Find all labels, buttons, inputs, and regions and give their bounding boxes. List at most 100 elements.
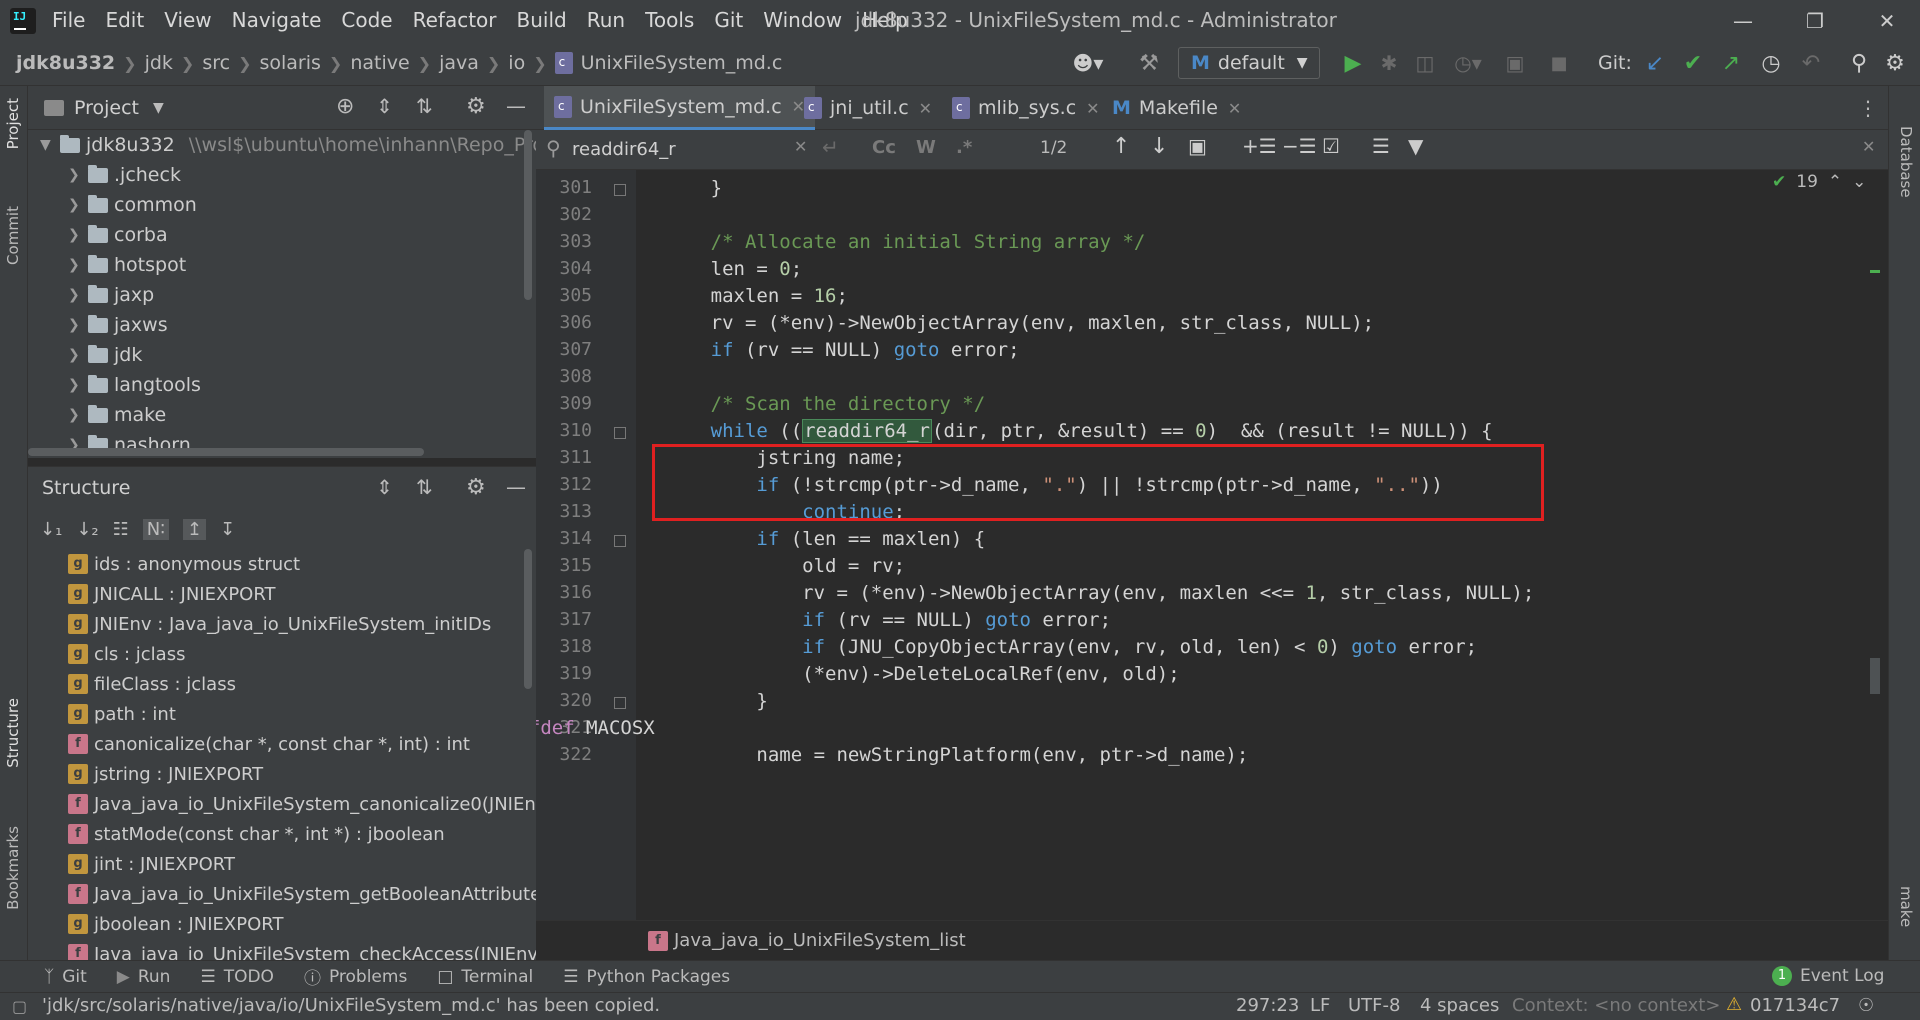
close-icon[interactable]: ✕ xyxy=(1228,99,1241,118)
structure-item[interactable]: f statMode(const char *, int *) : jboolea… xyxy=(68,819,445,849)
code-line[interactable]: name = newStringPlatform(env, ptr->d_nam… xyxy=(642,744,1248,766)
whole-word-toggle[interactable]: W xyxy=(916,137,936,158)
autoscroll-to-source-icon[interactable]: ↥ xyxy=(182,518,207,540)
structure-item[interactable]: g cls : jclass xyxy=(68,639,185,669)
chevron-right-icon[interactable]: ❯ xyxy=(68,407,88,423)
tree-folder-corba[interactable]: ❯ corba xyxy=(68,220,168,250)
fold-icon[interactable] xyxy=(614,184,626,196)
code-line[interactable]: rv = (*env)->NewObjectArray(env, maxlen … xyxy=(642,582,1534,604)
context-selector[interactable]: Context: <no context> xyxy=(1512,995,1720,1016)
caret-position[interactable]: 297:23 xyxy=(1236,995,1299,1016)
chevron-down-icon[interactable]: ▼ xyxy=(40,137,60,153)
structure-item[interactable]: g jboolean : JNIEXPORT xyxy=(68,909,283,939)
select-all-occurrences-icon[interactable]: ▣ xyxy=(1188,134,1207,158)
current-function-crumb[interactable]: Java_java_io_UnixFileSystem_list xyxy=(674,930,966,951)
chevron-right-icon[interactable]: ❯ xyxy=(68,287,88,303)
structure-item[interactable]: g jint : JNIEXPORT xyxy=(68,849,235,879)
expand-all-icon[interactable]: ⇕ xyxy=(376,94,393,118)
crumb-src[interactable]: src xyxy=(202,52,230,74)
horizontal-scrollbar[interactable] xyxy=(28,448,424,456)
tool-tab-make[interactable]: make xyxy=(1897,886,1915,927)
tree-folder-jcheck[interactable]: ❯ .jcheck xyxy=(68,160,181,190)
vertical-scrollbar[interactable] xyxy=(524,549,532,689)
tool-python-packages[interactable]: ☰ Python Packages xyxy=(563,967,730,987)
chevron-right-icon[interactable]: ❯ xyxy=(68,167,88,183)
coverage-icon[interactable]: ◫ xyxy=(1410,48,1440,78)
fold-icon[interactable] xyxy=(614,697,626,709)
menu-view[interactable]: View xyxy=(164,8,211,32)
git-push-icon[interactable]: ↗ xyxy=(1716,48,1746,78)
crumb-file[interactable]: UnixFileSystem_md.c xyxy=(581,52,783,74)
menu-navigate[interactable]: Navigate xyxy=(232,8,322,32)
tree-folder-common[interactable]: ❯ common xyxy=(68,190,197,220)
code-line[interactable] xyxy=(642,366,711,388)
build-hammer-icon[interactable]: ⚒ xyxy=(1134,48,1164,78)
git-commit-hash[interactable]: 017134c7 xyxy=(1750,995,1840,1016)
restore-icon[interactable]: ❐ xyxy=(1800,6,1830,36)
menu-window[interactable]: Window xyxy=(763,8,842,32)
search-everywhere-icon[interactable]: ⚲ xyxy=(1844,48,1874,78)
run-icon[interactable]: ▶ xyxy=(1338,48,1368,78)
crumb-java[interactable]: java xyxy=(439,52,479,74)
code-line[interactable]: maxlen = 16; xyxy=(642,285,848,307)
code-line[interactable] xyxy=(642,204,711,226)
run-configuration-select[interactable]: M default ▼ xyxy=(1178,47,1320,79)
code-line[interactable]: if (rv == NULL) goto error; xyxy=(642,339,1020,361)
remove-occurrence-icon[interactable]: −☰ xyxy=(1282,134,1317,158)
history-icon[interactable]: ◷ xyxy=(1756,48,1786,78)
structure-item[interactable]: g fileClass : jclass xyxy=(68,669,236,699)
previous-highlight-icon[interactable]: ⌃ xyxy=(1828,172,1842,192)
editor-scrollbar[interactable] xyxy=(1868,170,1882,920)
code-editor[interactable]: 300 301 302 303 304 305 306 307 308 309 310 311 312 3… xyxy=(536,170,1888,920)
panel-settings-gear-icon[interactable]: ⚙ xyxy=(466,94,486,119)
menu-tools[interactable]: Tools xyxy=(645,8,694,32)
tab-unixfilesystem-md-c[interactable]: UnixFileSystem_md.c ✕ xyxy=(544,86,816,130)
chevron-right-icon[interactable]: ❯ xyxy=(68,227,88,243)
tool-problems[interactable]: ⓘ Problems xyxy=(304,964,407,990)
tree-folder-hotspot[interactable]: ❯ hotspot xyxy=(68,250,186,280)
code-line[interactable]: len = 0; xyxy=(642,258,803,280)
tool-tab-commit[interactable]: Commit xyxy=(4,206,22,265)
collapse-all-icon[interactable]: ⇅ xyxy=(416,475,433,499)
select-all-icon[interactable]: ☑ xyxy=(1322,134,1340,158)
menu-file[interactable]: File xyxy=(52,8,85,32)
code-line[interactable]: if (JNU_CopyObjectArray(env, rv, old, le… xyxy=(642,636,1477,658)
crumb-io[interactable]: io xyxy=(508,52,525,74)
tree-root-jdk8u332[interactable]: ▼ jdk8u332 \\wsl$\ubuntu\home\inhann\Rep… xyxy=(40,130,536,160)
fold-icon[interactable] xyxy=(614,535,626,547)
close-icon[interactable]: ✕ xyxy=(1086,99,1099,118)
menu-build[interactable]: Build xyxy=(517,8,567,32)
file-encoding[interactable]: UTF-8 xyxy=(1348,995,1400,1016)
tool-run[interactable]: ▶ Run xyxy=(117,967,171,987)
code-line[interactable]: return NULL; xyxy=(642,170,893,172)
panel-settings-gear-icon[interactable]: ⚙ xyxy=(466,475,486,500)
code-line[interactable]: if (len == maxlen) { xyxy=(642,528,985,550)
tool-terminal[interactable]: □ Terminal xyxy=(437,967,533,987)
tool-todo[interactable]: ☰ TODO xyxy=(200,967,274,987)
structure-item[interactable]: f Java_java_io_UnixFileSystem_canonicaliz… xyxy=(68,789,536,819)
inspection-widget[interactable]: ✔ 19 ⌃ ⌄ xyxy=(1772,172,1866,192)
more-tabs-icon[interactable]: ⋮ xyxy=(1858,96,1878,120)
crumb-jdk[interactable]: jdk xyxy=(145,52,173,74)
tab-jni-util-c[interactable]: jni_util.c ✕ xyxy=(794,86,942,130)
previous-match-icon[interactable]: ↑ xyxy=(1112,134,1130,159)
settings-gear-icon[interactable]: ⚙ xyxy=(1880,48,1910,78)
close-find-bar-icon[interactable]: ✕ xyxy=(1862,137,1875,156)
search-icon[interactable]: ⚲ xyxy=(546,136,561,160)
close-window-icon[interactable]: ✕ xyxy=(1872,6,1902,36)
code-line[interactable]: /* Scan the directory */ xyxy=(642,393,986,415)
hide-panel-icon[interactable]: — xyxy=(506,94,526,118)
structure-item[interactable]: g JNIEnv : Java_java_io_UnixFileSystem_in… xyxy=(68,609,491,639)
sort-visibility-icon[interactable]: ↓₂ xyxy=(76,519,98,540)
status-window-icon[interactable]: ▢ xyxy=(12,997,27,1016)
tool-tab-structure[interactable]: Structure xyxy=(4,698,22,768)
menu-code[interactable]: Code xyxy=(341,8,392,32)
code-line[interactable]: /* Allocate an initial String array */ xyxy=(642,231,1146,253)
show-fields-icon[interactable]: ☷ xyxy=(113,519,129,540)
chevron-right-icon[interactable]: ❯ xyxy=(68,197,88,213)
menu-git[interactable]: Git xyxy=(714,8,743,32)
structure-item[interactable]: f Java_java_io_UnixFileSystem_checkAccess… xyxy=(68,939,536,961)
expand-all-icon[interactable]: ⇕ xyxy=(376,475,393,499)
tree-folder-jdk[interactable]: ❯ jdk xyxy=(68,340,142,370)
stop-icon[interactable]: ■ xyxy=(1544,48,1574,78)
